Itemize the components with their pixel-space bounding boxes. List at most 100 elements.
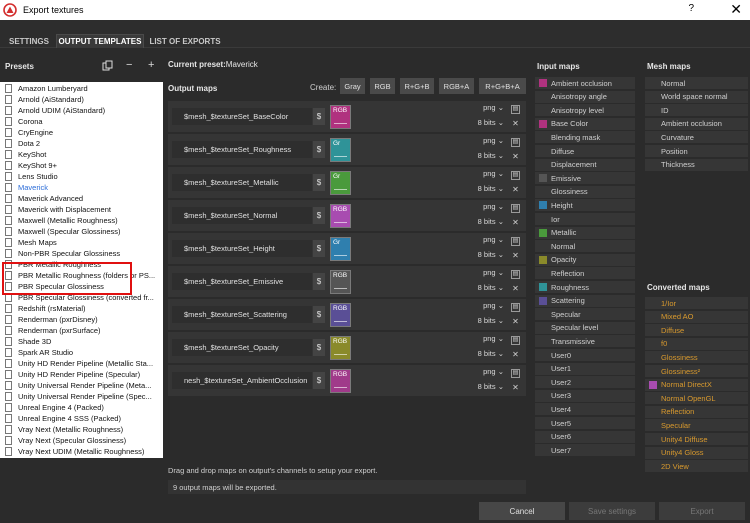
output-map-row[interactable]: $mesh_$textureSet_Emissive $ RGB png ⌄ 8 bit… [168,266,526,297]
copy-map-icon[interactable]: ▤ [511,138,520,147]
help-button[interactable]: ? [688,3,694,14]
input-map-item[interactable]: Anisotropy level [535,104,635,117]
bit-depth-select[interactable]: 8 bits ⌄ [478,151,504,160]
format-select[interactable]: png ⌄ [483,367,504,376]
output-map-row[interactable]: $mesh_$textureSet_BaseColor $ RGB png ⌄ 8 bi… [168,101,526,132]
converted-map-item[interactable]: Glossiness [645,351,748,364]
mesh-map-item[interactable]: Ambient occlusion [645,117,748,130]
insert-variable-button[interactable]: $ [313,108,325,125]
preset-item[interactable]: Maxwell (Metallic Roughness) [0,215,160,226]
output-map-row[interactable]: $mesh_$textureSet_Roughness $ Gr png ⌄ 8 bit… [168,134,526,165]
preset-item[interactable]: Corona [0,116,160,127]
preset-item[interactable]: KeyShot [0,149,160,160]
bit-depth-select[interactable]: 8 bits ⌄ [478,283,504,292]
map-name-field[interactable]: $mesh_$textureSet_Scattering [172,306,312,323]
output-map-row[interactable]: $mesh_$textureSet_Scattering $ RGB png ⌄ 8 b… [168,299,526,330]
converted-map-item[interactable]: 1/Ior [645,297,748,309]
mesh-map-item[interactable]: Curvature [645,131,748,144]
input-map-item[interactable]: User6 [535,430,635,443]
channel-slot[interactable]: RGB [330,204,351,228]
mesh-map-item[interactable]: Position [645,145,748,157]
copy-map-icon[interactable]: ▤ [511,105,520,114]
copy-map-icon[interactable]: ▤ [511,369,520,378]
format-select[interactable]: png ⌄ [483,268,504,277]
input-map-item[interactable]: Height [535,199,635,212]
insert-variable-button[interactable]: $ [313,273,325,290]
save-settings-button[interactable]: Save settings [569,502,655,520]
tab-output-templates[interactable]: OUTPUT TEMPLATES [56,34,144,48]
mesh-map-item[interactable]: Normal [645,77,748,89]
preset-item[interactable]: Arnold (AiStandard) [0,94,160,105]
map-name-field[interactable]: $mesh_$textureSet_Roughness [172,141,312,158]
preset-item[interactable]: Lens Studio [0,171,160,182]
input-map-item[interactable]: Glossiness [535,185,635,198]
tab-settings[interactable]: SETTINGS [4,34,54,48]
preset-item[interactable]: Renderman (pxrDisney) [0,314,160,325]
map-name-field[interactable]: nesh_$textureSet_AmbientOcclusion [172,372,312,389]
insert-variable-button[interactable]: $ [313,306,325,323]
delete-map-icon[interactable]: ✕ [511,152,520,161]
bit-depth-select[interactable]: 8 bits ⌄ [478,250,504,259]
output-map-row[interactable]: $mesh_$textureSet_Metallic $ Gr png ⌄ 8 bits… [168,167,526,198]
preset-item[interactable]: Shade 3D [0,336,160,347]
mesh-map-item[interactable]: ID [645,104,748,117]
preset-item[interactable]: Maxwell (Specular Glossiness) [0,226,160,237]
preset-item[interactable]: Maverick [0,182,160,193]
copy-map-icon[interactable]: ▤ [511,237,520,246]
input-map-item[interactable]: Anisotropy angle [535,90,635,103]
mesh-map-item[interactable]: Thickness [645,158,748,171]
converted-map-item[interactable]: Diffuse [645,324,748,337]
preset-item[interactable]: Renderman (pxrSurface) [0,325,160,336]
delete-map-icon[interactable]: ✕ [511,383,520,392]
bit-depth-select[interactable]: 8 bits ⌄ [478,382,504,391]
copy-map-icon[interactable]: ▤ [511,171,520,180]
format-select[interactable]: png ⌄ [483,103,504,112]
input-map-item[interactable]: Blending mask [535,131,635,144]
preset-item[interactable]: Arnold UDIM (AiStandard) [0,105,160,116]
delete-map-icon[interactable]: ✕ [511,350,520,359]
converted-map-item[interactable]: f0 [645,337,748,350]
channel-slot[interactable]: RGB [330,105,351,129]
preset-item[interactable]: Redshift (rsMaterial) [0,303,160,314]
format-select[interactable]: png ⌄ [483,235,504,244]
input-map-item[interactable]: Specular level [535,321,635,334]
preset-item[interactable]: Unity HD Render Pipeline (Specular) [0,369,160,380]
bit-depth-select[interactable]: 8 bits ⌄ [478,316,504,325]
create-r-g-b-a-button[interactable]: R+G+B+A [479,78,526,94]
channel-slot[interactable]: Gr [330,138,351,162]
input-map-item[interactable]: Opacity [535,253,635,266]
insert-variable-button[interactable]: $ [313,141,325,158]
input-map-item[interactable]: User0 [535,349,635,361]
bit-depth-select[interactable]: 8 bits ⌄ [478,217,504,226]
remove-preset-icon[interactable]: − [126,59,132,71]
insert-variable-button[interactable]: $ [313,207,325,224]
channel-slot[interactable]: Gr [330,171,351,195]
preset-item[interactable]: Vray Next (Metallic Roughness) [0,424,160,435]
preset-item[interactable]: KeyShot 9+ [0,160,160,171]
input-map-item[interactable]: Scattering [535,294,635,307]
delete-map-icon[interactable]: ✕ [511,284,520,293]
preset-item[interactable]: Non-PBR Specular Glossiness [0,248,160,259]
channel-slot[interactable]: Gr [330,237,351,261]
channel-slot[interactable]: RGB [330,369,351,393]
format-select[interactable]: png ⌄ [483,301,504,310]
insert-variable-button[interactable]: $ [313,240,325,257]
channel-slot[interactable]: RGB [330,336,351,360]
input-map-item[interactable]: Roughness [535,281,635,293]
converted-map-item[interactable]: Reflection [645,405,748,418]
insert-variable-button[interactable]: $ [313,372,325,389]
delete-map-icon[interactable]: ✕ [511,119,520,128]
input-map-item[interactable]: Displacement [535,158,635,171]
map-name-field[interactable]: $mesh_$textureSet_BaseColor [172,108,312,125]
converted-map-item[interactable]: Specular [645,419,748,432]
preset-item[interactable]: Unity HD Render Pipeline (Metallic Sta..… [0,358,160,369]
input-map-item[interactable]: Normal [535,240,635,253]
input-map-item[interactable]: User4 [535,403,635,416]
input-map-item[interactable]: User2 [535,376,635,389]
input-map-item[interactable]: User3 [535,389,635,402]
copy-preset-icon[interactable] [102,60,113,71]
input-map-item[interactable]: User7 [535,444,635,457]
format-select[interactable]: png ⌄ [483,169,504,178]
output-map-row[interactable]: $mesh_$textureSet_Normal $ RGB png ⌄ 8 bits … [168,200,526,231]
delete-map-icon[interactable]: ✕ [511,218,520,227]
